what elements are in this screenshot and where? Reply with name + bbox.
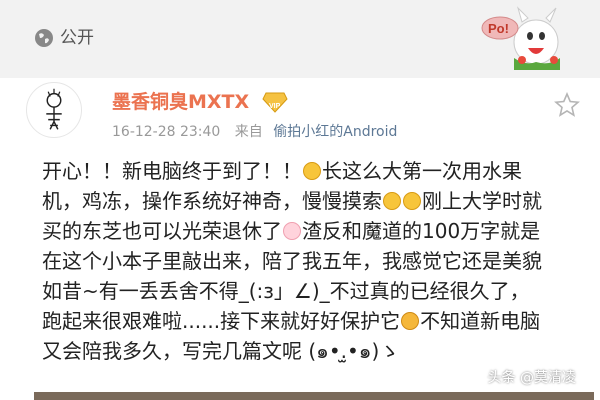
content-text: 又会陪我多久，写完几篇文呢 (๑•.̫•๑)ゝ xyxy=(42,339,400,363)
content-text: 买的东芝也可以光荣退休了 xyxy=(42,219,282,243)
content-text: 如昔~有一丢丢舍不得_(:з」∠)_不过真的已经很久了， xyxy=(42,279,530,303)
laughing-face-emoji-icon xyxy=(403,192,421,210)
svg-text:VIP: VIP xyxy=(269,103,281,110)
watermark: 头条 @莫清凌 xyxy=(487,370,576,386)
po-mascot-sticker: Po! xyxy=(481,6,560,70)
visibility-bar: 公开 Po! xyxy=(0,0,600,78)
content-line: 买的东芝也可以光荣退休了 渣反和魔道的100万字就是 xyxy=(42,216,590,246)
kiss-face-emoji-icon xyxy=(401,312,420,330)
vip-diamond-icon: VIP xyxy=(262,92,288,113)
content-line: 跑起来很艰难啦......接下来就好好保护它 不知道新电脑 xyxy=(42,306,590,336)
content-text: 长这么大第一次用水果 xyxy=(322,159,522,183)
bunny-emoji-icon xyxy=(283,222,301,240)
content-line: 开心！！新电脑终于到了！！ 长这么大第一次用水果 xyxy=(42,156,590,186)
content-line: 如昔~有一丢丢舍不得_(:з」∠)_不过真的已经很久了， xyxy=(42,276,590,306)
visibility-label: 公开 xyxy=(60,28,94,48)
content-text: 不知道新电脑 xyxy=(420,309,541,333)
globe-icon xyxy=(35,29,53,47)
content-text: 机，鸡冻，操作系统好神奇，慢慢摸索 xyxy=(42,189,382,213)
avatar[interactable] xyxy=(26,82,82,138)
content-line: 又会陪我多久，写完几篇文呢 (๑•.̫•๑)ゝ xyxy=(42,336,590,366)
post-timestamp: 16-12-28 23:40 xyxy=(112,124,221,140)
content-line: 机，鸡冻，操作系统好神奇，慢慢摸索 刚上大学时就 xyxy=(42,186,590,216)
post-content: 开心！！新电脑终于到了！！ 长这么大第一次用水果 机，鸡冻，操作系统好神奇，慢慢摸… xyxy=(42,156,590,366)
content-text: 刚上大学时就 xyxy=(422,189,542,213)
content-line: 在这个小本子里敲出来，陪了我五年，我感觉它还是美貌 xyxy=(42,246,590,276)
username-link[interactable]: 墨香铜臭MXTX xyxy=(112,90,249,114)
source-link[interactable]: 偷拍小红的Android xyxy=(273,124,397,140)
content-text: 开心！！新电脑终于到了！！ xyxy=(42,159,302,183)
post-meta: 16-12-28 23:40 来自 偷拍小红的Android xyxy=(112,122,397,142)
content-text: 在这个小本子里敲出来，陪了我五年，我感觉它还是美貌 xyxy=(42,249,542,273)
star-icon[interactable] xyxy=(554,92,580,118)
crying-face-emoji-icon xyxy=(303,162,321,180)
attached-image-strip[interactable] xyxy=(34,392,594,400)
smile-face-emoji-icon xyxy=(383,192,401,210)
content-text: 跑起来很艰难啦......接下来就好好保护它 xyxy=(42,309,401,333)
content-text: 渣反和魔道的100万字就是 xyxy=(302,219,541,243)
svg-text:Po!: Po! xyxy=(488,21,509,36)
source-prefix: 来自 xyxy=(234,124,263,140)
